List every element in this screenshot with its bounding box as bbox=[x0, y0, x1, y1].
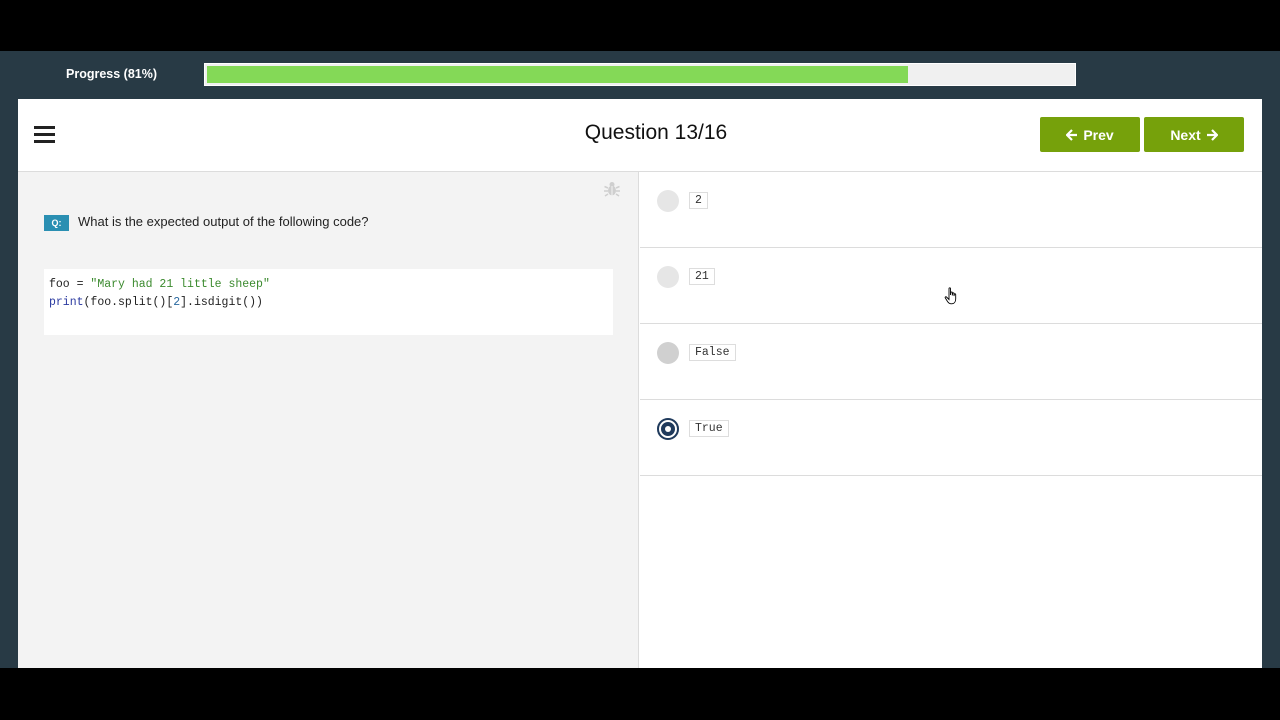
bottom-black-bar bbox=[0, 668, 1280, 720]
arrow-right-icon bbox=[1206, 128, 1218, 141]
top-black-bar bbox=[0, 0, 1280, 51]
answer-label: 2 bbox=[689, 192, 708, 209]
answer-option[interactable]: 21 bbox=[640, 248, 1262, 324]
answer-label: 21 bbox=[689, 268, 715, 285]
question-badge: Q: bbox=[44, 215, 69, 231]
prev-button[interactable]: Prev bbox=[1040, 117, 1140, 152]
code-snippet: foo = "Mary had 21 little sheep" print(fo… bbox=[44, 269, 613, 335]
answer-option[interactable]: True bbox=[640, 400, 1262, 476]
answer-radio[interactable] bbox=[657, 190, 679, 212]
code-token: foo = bbox=[49, 278, 91, 291]
code-token: (foo.split()[ bbox=[83, 296, 174, 309]
quiz-app: Progress (81%) Question 13/16 Prev Next bbox=[0, 51, 1280, 668]
question-panel: Question 13/16 Prev Next Q: What is the … bbox=[18, 99, 1262, 668]
question-pane: Q: What is the expected output of the fo… bbox=[18, 172, 639, 668]
progress-row: Progress (81%) bbox=[0, 51, 1280, 99]
next-button[interactable]: Next bbox=[1144, 117, 1244, 152]
code-token: ].isdigit()) bbox=[180, 296, 263, 309]
progress-label: Progress (81%) bbox=[66, 67, 158, 81]
answer-radio[interactable] bbox=[657, 342, 679, 364]
next-button-label: Next bbox=[1170, 126, 1201, 143]
bug-icon[interactable] bbox=[603, 180, 621, 198]
answer-radio[interactable] bbox=[657, 418, 679, 440]
progress-bar-fill bbox=[207, 66, 909, 83]
hand-cursor-icon bbox=[944, 287, 957, 305]
code-token: "Mary had 21 little sheep" bbox=[90, 278, 270, 291]
answer-radio[interactable] bbox=[657, 266, 679, 288]
question-text: What is the expected output of the follo… bbox=[78, 214, 369, 229]
code-token: print bbox=[49, 296, 84, 309]
question-header: Question 13/16 Prev Next bbox=[18, 99, 1262, 172]
answer-label: True bbox=[689, 420, 729, 437]
code-line: foo = "Mary had 21 little sheep" bbox=[49, 276, 608, 294]
answer-option[interactable]: 2 bbox=[640, 172, 1262, 248]
progress-bar bbox=[204, 63, 1076, 86]
answer-label: False bbox=[689, 344, 736, 361]
answer-option[interactable]: False bbox=[640, 324, 1262, 400]
prev-button-label: Prev bbox=[1083, 126, 1114, 143]
answer-options: 2 21 False True bbox=[640, 172, 1262, 668]
code-line: print(foo.split()[2].isdigit()) bbox=[49, 294, 608, 312]
arrow-left-icon bbox=[1066, 128, 1078, 141]
